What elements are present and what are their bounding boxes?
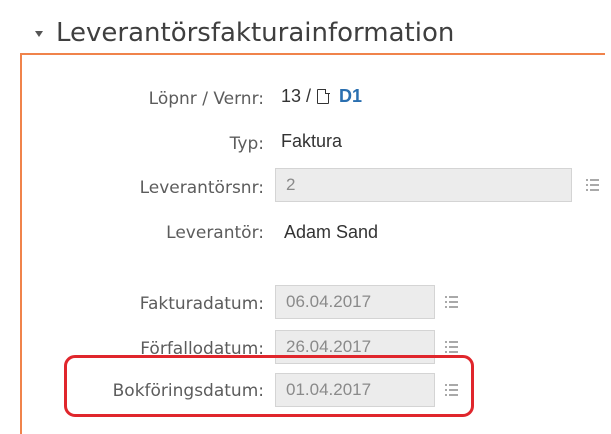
leverantorsnr-field[interactable] — [275, 168, 572, 202]
lopnr-label: Löpnr / Vernr: — [148, 89, 264, 109]
section-header[interactable]: Leverantörsfakturainformation — [35, 14, 454, 52]
leverantor-label: Leverantör: — [166, 223, 264, 243]
document-icon — [317, 88, 330, 104]
list-icon[interactable] — [445, 296, 458, 308]
voucher-link[interactable]: D1 — [339, 86, 362, 106]
forfallodatum-label: Förfallodatum: — [140, 339, 264, 359]
fakturadatum-label: Fakturadatum: — [139, 294, 264, 314]
typ-value: Faktura — [281, 131, 343, 151]
fakturadatum-field[interactable] — [275, 285, 435, 319]
leverantor-value: Adam Sand — [284, 222, 379, 242]
forfallodatum-field[interactable] — [275, 330, 435, 364]
lopnr-number: 13 / — [281, 86, 312, 106]
section-title: Leverantörsfakturainformation — [56, 18, 455, 48]
caret-down-icon[interactable] — [35, 31, 43, 37]
typ-label: Typ: — [229, 134, 264, 154]
list-icon[interactable] — [445, 384, 458, 396]
list-icon[interactable] — [445, 341, 458, 353]
leverantorsnr-label: Leverantörsnr: — [139, 178, 264, 198]
section-border-left — [20, 53, 22, 434]
bokforingsdatum-field[interactable] — [275, 373, 435, 407]
list-icon[interactable] — [586, 179, 599, 191]
bokforingsdatum-label: Bokföringsdatum: — [112, 381, 264, 401]
section-divider — [20, 53, 605, 55]
lopnr-value: 13 / D1 — [281, 86, 362, 107]
